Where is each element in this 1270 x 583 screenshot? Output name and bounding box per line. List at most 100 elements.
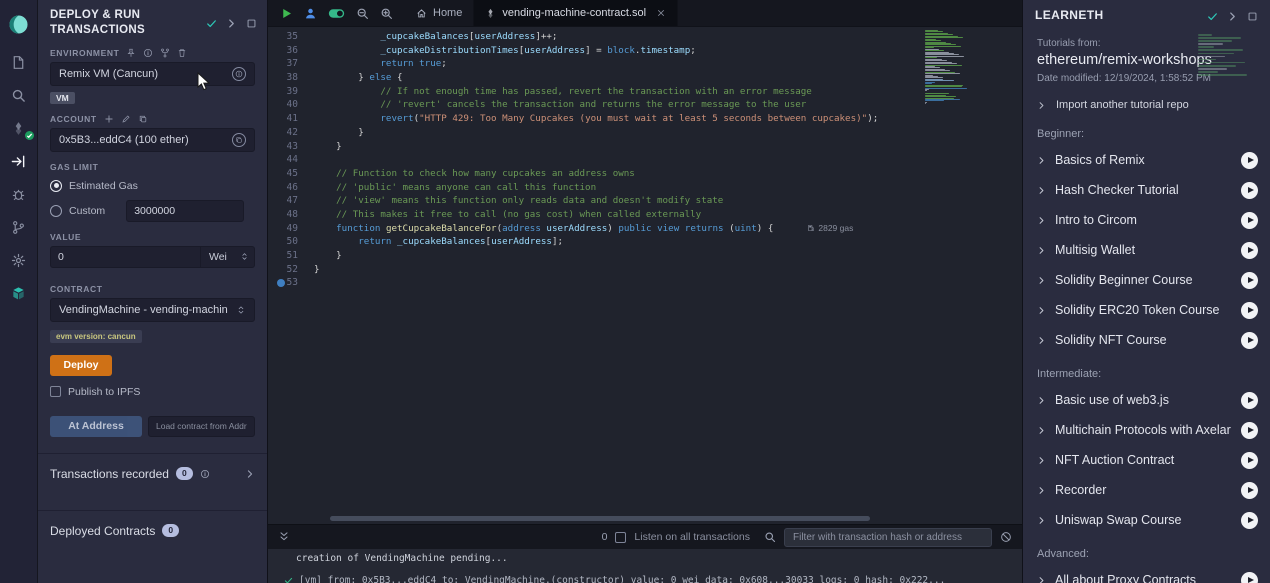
estimated-gas-radio[interactable] xyxy=(50,180,62,192)
code-line-41[interactable]: 41 revert("HTTP 429: Too Many Cupcakes (… xyxy=(268,112,1022,126)
tutorial-item[interactable]: All about Proxy Contracts xyxy=(1023,565,1270,583)
code-line-42[interactable]: 42 } xyxy=(268,126,1022,140)
code-line-48[interactable]: 48 // This makes it free to call (no gas… xyxy=(268,208,1022,222)
debugger-icon[interactable] xyxy=(0,178,38,211)
play-tutorial-button[interactable] xyxy=(1241,422,1258,439)
environment-info-icon[interactable] xyxy=(143,48,153,58)
tutorial-item[interactable]: Intro to Circom xyxy=(1023,205,1270,235)
tutorial-item[interactable]: Solidity Beginner Course xyxy=(1023,265,1270,295)
play-tutorial-button[interactable] xyxy=(1241,212,1258,229)
value-unit-select[interactable]: Wei xyxy=(201,246,255,268)
deploy-run-icon[interactable] xyxy=(0,145,38,178)
play-tutorial-button[interactable] xyxy=(1241,452,1258,469)
contract-select[interactable]: VendingMachine - vending-machin xyxy=(50,298,255,322)
code-line-50[interactable]: 50 return _cupcakeBalances[userAddress]; xyxy=(268,235,1022,249)
at-address-input[interactable] xyxy=(148,416,255,437)
account-select[interactable]: 0x5B3...eddC4 (100 ether) xyxy=(50,128,255,152)
transaction-filter-input[interactable] xyxy=(784,528,992,547)
terminal-log-transaction[interactable]: [vm] from: 0x5B3...eddC4 to: VendingMach… xyxy=(284,575,945,583)
tutorial-item[interactable]: Hash Checker Tutorial xyxy=(1023,175,1270,205)
copy-account-icon[interactable] xyxy=(138,114,148,124)
custom-gas-radio[interactable] xyxy=(50,205,62,217)
expand-transactions-icon[interactable] xyxy=(245,469,255,479)
code-line-35[interactable]: 35 _cupcakeBalances[userAddress]++; xyxy=(268,30,1022,44)
popout-panel-icon[interactable] xyxy=(246,18,257,29)
code-line-38[interactable]: 38 } else { xyxy=(268,71,1022,85)
pin-environment-icon[interactable] xyxy=(126,48,136,58)
custom-gas-input[interactable] xyxy=(126,200,244,222)
sign-message-icon[interactable] xyxy=(121,114,131,124)
code-line-47[interactable]: 47 // 'view' means this function only re… xyxy=(268,194,1022,208)
code-line-51[interactable]: 51 } xyxy=(268,249,1022,263)
tutorial-item[interactable]: Basics of Remix xyxy=(1023,145,1270,175)
at-address-button[interactable]: At Address xyxy=(50,416,142,437)
tutorial-item[interactable]: Solidity ERC20 Token Course xyxy=(1023,295,1270,325)
tutorial-item[interactable]: Multichain Protocols with Axelar xyxy=(1023,415,1270,445)
transactions-info-icon[interactable] xyxy=(200,469,210,479)
tab-home[interactable]: Home xyxy=(405,0,474,26)
horizontal-scrollbar[interactable] xyxy=(330,516,870,521)
transactions-recorded-row[interactable]: Transactions recorded 0 xyxy=(38,454,267,494)
tutorial-item[interactable]: NFT Auction Contract xyxy=(1023,445,1270,475)
pin-panel-icon[interactable] xyxy=(226,18,237,29)
toggle-icon[interactable] xyxy=(328,7,345,20)
import-tutorial-link[interactable]: Import another tutorial repo xyxy=(1023,84,1270,115)
deploy-button[interactable]: Deploy xyxy=(50,355,112,376)
code-line-45[interactable]: 45 // Function to check how many cupcake… xyxy=(268,167,1022,181)
search-icon[interactable] xyxy=(0,79,38,112)
play-tutorial-button[interactable] xyxy=(1241,392,1258,409)
code-line-44[interactable]: 44 xyxy=(268,153,1022,167)
copy-address-icon[interactable] xyxy=(232,133,246,147)
code-line-53[interactable]: 53 xyxy=(268,276,1022,290)
zoom-in-icon[interactable] xyxy=(380,7,393,20)
tutorial-item[interactable]: Basic use of web3.js xyxy=(1023,385,1270,415)
play-tutorial-button[interactable] xyxy=(1241,242,1258,259)
custom-gas-option[interactable]: Custom xyxy=(50,200,255,222)
code-line-49[interactable]: 49 function getCupcakeBalanceFor(address… xyxy=(268,222,1022,236)
play-tutorial-button[interactable] xyxy=(1241,152,1258,169)
fork-state-icon[interactable] xyxy=(160,48,170,58)
publish-ipfs-option[interactable]: Publish to IPFS xyxy=(50,386,255,398)
zoom-out-icon[interactable] xyxy=(356,7,369,20)
code-line-52[interactable]: 52} xyxy=(268,263,1022,277)
play-tutorial-button[interactable] xyxy=(1241,332,1258,349)
estimated-gas-option[interactable]: Estimated Gas xyxy=(50,180,255,192)
solidity-compiler-icon[interactable] xyxy=(0,112,38,145)
code-line-37[interactable]: 37 return true; xyxy=(268,57,1022,71)
walkthrough-icon[interactable] xyxy=(304,7,317,20)
minimap[interactable] xyxy=(925,30,967,106)
value-input[interactable] xyxy=(50,246,201,268)
settings-icon[interactable] xyxy=(0,244,38,277)
environment-detail-icon[interactable] xyxy=(232,67,246,81)
tutorial-item[interactable]: Solidity NFT Course xyxy=(1023,325,1270,355)
listen-all-checkbox[interactable] xyxy=(615,532,626,543)
terminal-output[interactable]: creation of VendingMachine pending... [v… xyxy=(268,549,1022,583)
play-tutorial-button[interactable] xyxy=(1241,512,1258,529)
delete-state-icon[interactable] xyxy=(177,48,187,58)
popout-panel-icon[interactable] xyxy=(1247,11,1258,22)
pin-panel-icon[interactable] xyxy=(1227,11,1238,22)
clear-console-icon[interactable] xyxy=(1000,531,1012,543)
tutorial-item[interactable]: Uniswap Swap Course xyxy=(1023,505,1270,535)
terminal-search-icon[interactable] xyxy=(764,531,776,543)
code-line-39[interactable]: 39 // If not enough time has passed, rev… xyxy=(268,85,1022,99)
deployed-contracts-row[interactable]: Deployed Contracts 0 xyxy=(38,511,267,551)
tutorial-item[interactable]: Recorder xyxy=(1023,475,1270,505)
plugin-manager-icon[interactable] xyxy=(0,277,38,310)
expand-terminal-icon[interactable] xyxy=(278,531,290,543)
play-tutorial-button[interactable] xyxy=(1241,482,1258,499)
play-tutorial-button[interactable] xyxy=(1241,302,1258,319)
code-line-40[interactable]: 40 // 'revert' cancels the transaction a… xyxy=(268,98,1022,112)
code-editor[interactable]: 35 _cupcakeBalances[userAddress]++;36 _c… xyxy=(268,27,1022,524)
play-tutorial-button[interactable] xyxy=(1241,182,1258,199)
add-account-icon[interactable] xyxy=(104,114,114,124)
play-tutorial-button[interactable] xyxy=(1241,572,1258,583)
tutorial-item[interactable]: Multisig Wallet xyxy=(1023,235,1270,265)
publish-ipfs-checkbox[interactable] xyxy=(50,386,61,397)
code-line-46[interactable]: 46 // 'public' means anyone can call thi… xyxy=(268,181,1022,195)
code-line-43[interactable]: 43 } xyxy=(268,140,1022,154)
play-tutorial-button[interactable] xyxy=(1241,272,1258,289)
code-line-36[interactable]: 36 _cupcakeDistributionTimes[userAddress… xyxy=(268,44,1022,58)
file-explorer-icon[interactable] xyxy=(0,46,38,79)
tab-file[interactable]: vending-machine-contract.sol xyxy=(474,0,678,26)
